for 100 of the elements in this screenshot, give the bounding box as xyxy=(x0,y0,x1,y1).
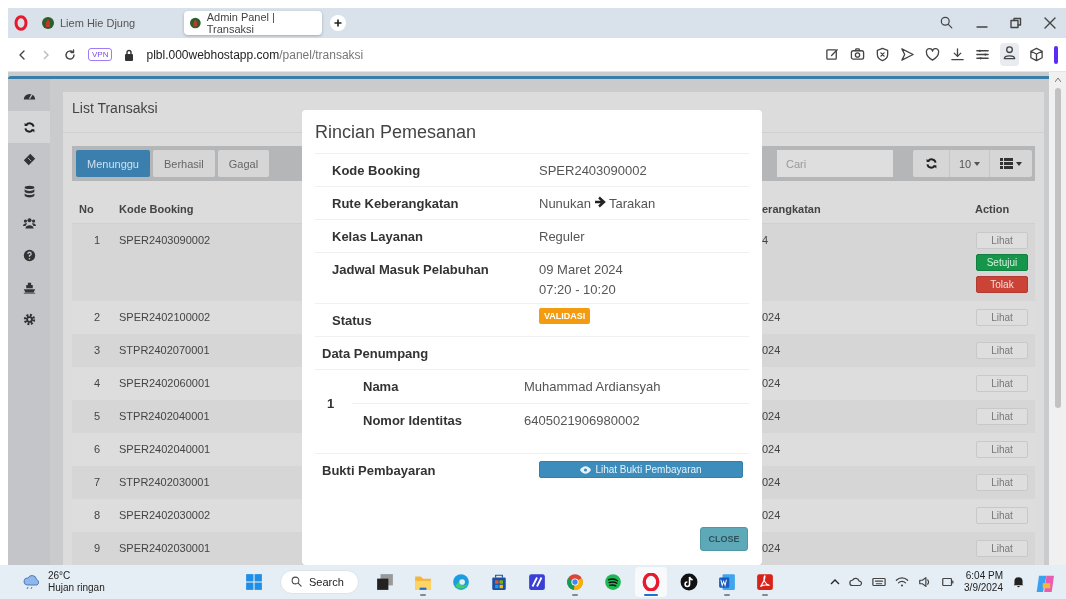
task-view-icon xyxy=(375,573,394,591)
eye-icon xyxy=(580,465,592,474)
temperature: 26°C xyxy=(48,570,72,582)
view-button[interactable]: Lihat xyxy=(976,408,1028,425)
detail-value: SPER2403090002 xyxy=(539,163,647,178)
battery-icon[interactable] xyxy=(941,575,956,589)
favicon-icon xyxy=(190,17,201,29)
table-cell: 3 xyxy=(72,334,112,367)
detail-value: Reguler xyxy=(539,229,585,244)
detail-label: Jadwal Masuk Pelabuhan xyxy=(331,261,490,279)
view-proof-button[interactable]: Lihat Bukti Pembayaran xyxy=(539,461,743,478)
clock[interactable]: 6:04 PM 3/9/2024 xyxy=(964,570,1003,594)
detail-label: Nama xyxy=(362,378,400,396)
reload-icon[interactable] xyxy=(64,48,76,61)
pdf-app-icon xyxy=(755,573,774,591)
edit-icon[interactable] xyxy=(825,47,840,62)
vpn-badge[interactable]: VPN xyxy=(88,48,113,61)
close-button[interactable]: CLOSE xyxy=(700,527,748,551)
store-icon xyxy=(489,573,508,591)
detail-value: Nunukan xyxy=(539,196,592,211)
new-tab-icon[interactable] xyxy=(330,15,346,31)
detail-label: Nomor Identitas xyxy=(362,412,463,430)
send-icon[interactable] xyxy=(900,47,915,62)
gear-icon xyxy=(22,312,36,326)
start-icon xyxy=(245,573,263,591)
view-button[interactable]: Lihat xyxy=(976,441,1028,458)
detail-value: Muhammad Ardiansyah xyxy=(524,378,661,396)
table-cell: 5 xyxy=(72,400,112,433)
taskbar-search[interactable]: Search xyxy=(280,570,359,594)
opera-logo-icon[interactable] xyxy=(14,15,28,31)
download-icon[interactable] xyxy=(950,47,965,62)
search-field[interactable]: Cari xyxy=(777,150,893,177)
detail-value: Tarakan xyxy=(609,196,656,211)
view-button[interactable]: Lihat xyxy=(976,375,1028,392)
reject-button[interactable]: Tolak xyxy=(976,276,1028,293)
document-app-icon xyxy=(717,573,736,591)
view-button[interactable]: Lihat xyxy=(976,507,1028,524)
profile-icon[interactable] xyxy=(1002,45,1017,60)
cloud-icon[interactable] xyxy=(849,575,864,589)
detail-label: Kelas Layanan xyxy=(331,228,425,246)
detail-value: 07:20 - 10:20 xyxy=(539,282,616,297)
caret-icon xyxy=(974,161,981,166)
spotify-icon xyxy=(603,573,622,591)
search-icon[interactable] xyxy=(940,16,954,30)
database-icon xyxy=(22,184,36,198)
scrollbar-thumb[interactable] xyxy=(1054,88,1061,408)
cube-icon[interactable] xyxy=(1029,47,1044,62)
tiktok-icon xyxy=(679,573,698,591)
cloud-rain-icon xyxy=(22,574,42,590)
filter-tab[interactable]: Gagal xyxy=(217,150,270,177)
keyboard-icon[interactable] xyxy=(872,575,887,589)
view-button[interactable]: Lihat xyxy=(976,309,1028,326)
lock-icon xyxy=(124,48,135,61)
approve-button[interactable]: Setujui xyxy=(976,254,1028,271)
browser-tab[interactable]: Admin Panel | Transaksi xyxy=(184,11,322,35)
sliders-icon[interactable] xyxy=(975,47,990,62)
section-title: Data Penumpang xyxy=(315,336,749,369)
folder-icon xyxy=(413,573,432,591)
users-icon xyxy=(22,216,36,230)
camera-icon[interactable] xyxy=(850,47,865,62)
opera-icon xyxy=(641,573,660,591)
edge-icon xyxy=(451,573,470,591)
weather-description: Hujan ringan xyxy=(48,582,105,594)
status-badge: VALIDASI xyxy=(539,308,591,324)
caret-icon xyxy=(1016,161,1022,166)
table-cell: 7 xyxy=(72,466,112,499)
filter-tab[interactable]: Menunggu xyxy=(76,150,150,177)
view-button[interactable]: Lihat xyxy=(976,232,1028,249)
refresh-icon xyxy=(22,120,36,134)
table-cell: 1 xyxy=(72,224,112,301)
detail-label: Rute Keberangkatan xyxy=(331,195,460,213)
question-icon xyxy=(22,248,36,262)
chrome-icon xyxy=(565,573,584,591)
wifi-icon[interactable] xyxy=(895,575,910,589)
sidebar-indicator xyxy=(1054,45,1058,64)
detail-label: Status xyxy=(331,312,373,330)
scroll-up-icon[interactable] xyxy=(1054,78,1061,82)
view-button[interactable]: Lihat xyxy=(976,540,1028,557)
restore-icon[interactable] xyxy=(1010,17,1022,29)
list-icon xyxy=(1000,158,1013,169)
detail-value: 6405021906980002 xyxy=(524,412,640,430)
heart-icon[interactable] xyxy=(925,47,940,62)
refresh-icon xyxy=(924,157,938,170)
detail-label: Kode Booking xyxy=(331,162,422,180)
sidebar-item[interactable] xyxy=(8,111,50,143)
view-button[interactable]: Lihat xyxy=(976,342,1028,359)
browser-tab[interactable]: Liem Hie Djung xyxy=(36,11,176,35)
search-icon xyxy=(291,576,303,588)
filter-tab[interactable]: Berhasil xyxy=(153,150,215,177)
close-icon[interactable] xyxy=(1044,17,1056,29)
view-button[interactable]: Lihat xyxy=(976,474,1028,491)
bell-icon[interactable] xyxy=(1012,575,1025,589)
ship-icon xyxy=(22,280,36,294)
address-field[interactable]: plbl.000webhostapp.com/panel/transaksi xyxy=(146,47,364,62)
detail-value: 09 Maret 2024 xyxy=(539,262,623,277)
slash-tile-icon xyxy=(527,573,546,591)
chevron-up-icon[interactable] xyxy=(830,577,841,587)
arrow-right-icon xyxy=(594,196,607,208)
table-cell: 9 xyxy=(72,532,112,565)
shield-icon[interactable] xyxy=(875,47,890,62)
